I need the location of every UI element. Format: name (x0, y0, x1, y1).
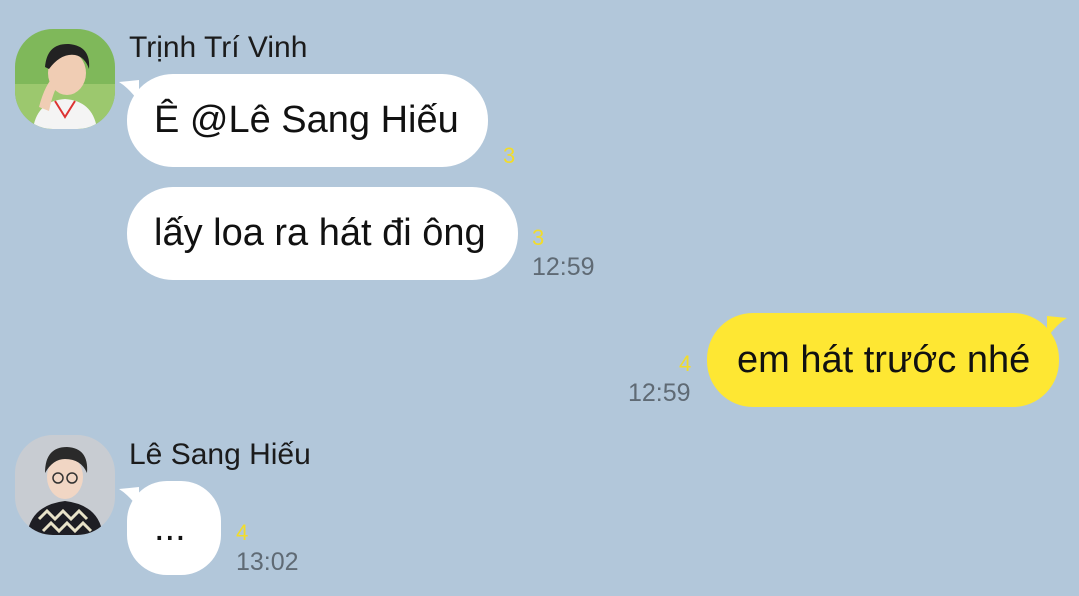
timestamp: 13:02 (236, 548, 299, 576)
message-text: em hát trước nhé (737, 338, 1031, 381)
message-bubble[interactable]: lấy loa ra hát đi ông (127, 187, 518, 280)
timestamp: 12:59 (532, 253, 595, 281)
bubble-tail (119, 80, 139, 102)
sender-name: Lê Sang Hiếu (129, 438, 311, 471)
message-bubble-outgoing[interactable]: em hát trước nhé (707, 313, 1059, 407)
sender-name: Trịnh Trí Vinh (129, 31, 308, 64)
unread-count: 3 (532, 225, 545, 250)
user-photo-icon (15, 29, 115, 129)
bubble-tail (1047, 316, 1067, 338)
message-text: ... (154, 506, 186, 549)
message-bubble[interactable]: ... (127, 481, 221, 575)
avatar-trinh-tri-vinh[interactable] (15, 29, 115, 129)
timestamp: 12:59 (628, 379, 691, 407)
message-text: Ê @Lê Sang Hiếu (154, 99, 459, 141)
user-photo-icon (15, 435, 115, 535)
avatar-le-sang-hieu[interactable] (15, 435, 115, 535)
message-text: lấy loa ra hát đi ông (154, 212, 486, 254)
unread-count: 3 (503, 143, 516, 168)
unread-count: 4 (236, 520, 249, 545)
unread-count: 4 (679, 351, 692, 376)
message-bubble[interactable]: Ê @Lê Sang Hiếu (127, 74, 488, 167)
bubble-tail (119, 487, 139, 509)
